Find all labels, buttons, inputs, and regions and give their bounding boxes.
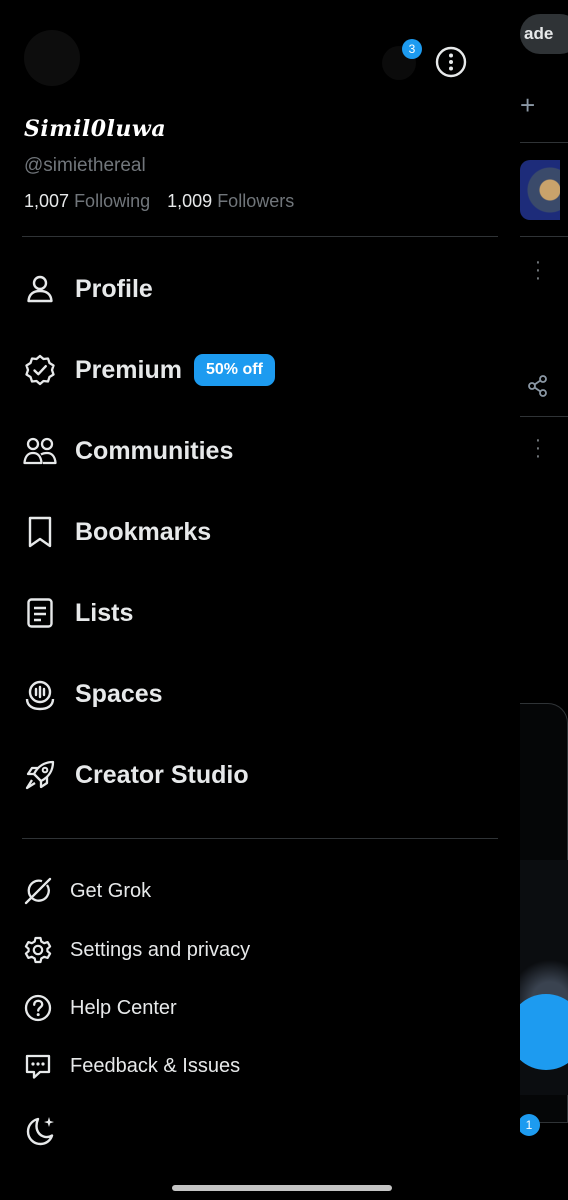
nav-item-communities[interactable]: Communities — [22, 421, 233, 481]
nav-item-premium[interactable]: Premium 50% off — [22, 340, 275, 400]
side-drawer: 3 Simil0luwa @simiethereal 1,007 Followi… — [0, 0, 520, 1200]
nav-label: Bookmarks — [75, 517, 212, 546]
feed-divider — [520, 236, 568, 237]
nav-item-spaces[interactable]: Spaces — [22, 664, 163, 724]
follow-stats: 1,007 Following 1,009 Followers — [24, 191, 306, 212]
spaces-icon — [22, 676, 58, 712]
notification-badge: 1 — [520, 1114, 540, 1136]
communities-icon — [22, 433, 58, 469]
grok-icon — [22, 875, 54, 907]
moon-icon[interactable] — [22, 1113, 58, 1149]
nav-label: Lists — [75, 598, 134, 627]
display-name[interactable]: Simil0luwa — [24, 116, 166, 142]
feed-divider — [520, 142, 568, 143]
nav-item-bookmarks[interactable]: Bookmarks — [22, 502, 211, 562]
menu-item-settings-privacy[interactable]: Settings and privacy — [22, 927, 250, 973]
verified-badge-icon — [22, 352, 58, 388]
menu-label: Help Center — [70, 996, 177, 1019]
person-icon — [22, 271, 58, 307]
followers-link[interactable]: 1,009 Followers — [167, 191, 294, 211]
nav-item-profile[interactable]: Profile — [22, 259, 153, 319]
background-feed: ade + · · · · · · 1 — [520, 0, 568, 1200]
premium-promo-badge: 50% off — [193, 354, 275, 386]
menu-label: Get Grok — [70, 879, 152, 902]
menu-label: Feedback & Issues — [70, 1054, 241, 1077]
divider — [22, 838, 498, 839]
feedback-icon — [22, 1050, 54, 1082]
feed-divider — [520, 416, 568, 417]
followers-count: 1,009 — [167, 191, 213, 211]
menu-label: Settings and privacy — [70, 938, 251, 961]
bookmark-icon — [22, 514, 58, 550]
gear-icon — [22, 934, 54, 966]
rocket-icon — [22, 757, 58, 793]
followers-label: Followers — [217, 191, 295, 211]
nav-item-lists[interactable]: Lists — [22, 583, 133, 643]
nav-label: Premium — [75, 355, 182, 384]
following-label: Following — [74, 191, 151, 211]
menu-item-get-grok[interactable]: Get Grok — [22, 868, 151, 914]
upgrade-button[interactable]: ade — [520, 14, 568, 54]
nav-label: Profile — [75, 274, 153, 303]
home-indicator[interactable] — [172, 1185, 392, 1191]
following-link[interactable]: 1,007 Following — [24, 191, 155, 211]
avatar[interactable] — [24, 30, 80, 86]
more-options-icon[interactable]: · · · — [532, 430, 544, 466]
more-options-icon[interactable] — [434, 45, 468, 79]
nav-item-creator-studio[interactable]: Creator Studio — [22, 745, 249, 805]
nav-label: Creator Studio — [75, 760, 249, 789]
compose-button[interactable] — [520, 994, 568, 1070]
menu-item-feedback-issues[interactable]: Feedback & Issues — [22, 1043, 240, 1089]
following-count: 1,007 — [24, 191, 70, 211]
nav-label: Communities — [75, 436, 234, 465]
help-icon — [22, 992, 54, 1024]
menu-item-help-center[interactable]: Help Center — [22, 985, 177, 1031]
list-icon — [22, 595, 58, 631]
add-icon[interactable]: + — [520, 90, 540, 126]
user-handle: @simiethereal — [24, 155, 146, 176]
divider — [22, 236, 498, 237]
more-options-icon[interactable]: · · · — [532, 252, 544, 288]
share-icon[interactable] — [526, 374, 550, 398]
feed-thumbnail[interactable] — [520, 160, 560, 220]
account-badge: 3 — [402, 39, 422, 59]
nav-label: Spaces — [75, 679, 163, 708]
